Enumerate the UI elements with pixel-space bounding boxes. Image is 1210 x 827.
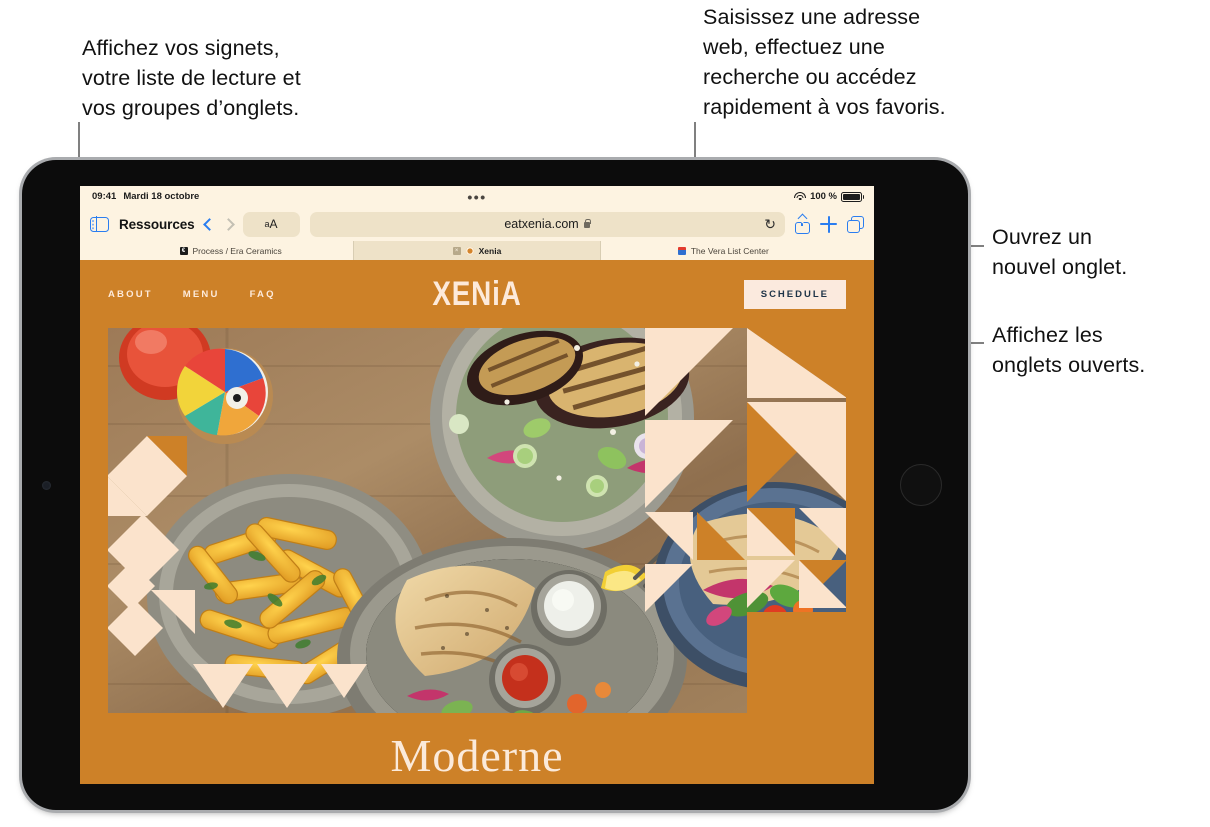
battery-icon xyxy=(841,191,865,202)
status-bar: 09:41 Mardi 18 octobre ••• 100 % xyxy=(80,186,874,207)
tab-item[interactable]: € Process / Era Ceramics xyxy=(108,241,355,260)
ipad-screen: 09:41 Mardi 18 octobre ••• 100 % Ressour… xyxy=(80,186,874,784)
home-button[interactable] xyxy=(900,464,942,506)
wifi-icon xyxy=(794,192,807,201)
site-navigation-bar: ABOUT MENU FAQ XENiA SCHEDULE xyxy=(80,260,874,328)
sidebar-icon[interactable] xyxy=(90,215,109,233)
tab-close-icon[interactable]: × xyxy=(452,246,461,255)
tab-favicon-vera xyxy=(677,246,686,255)
tab-favicon-xenia xyxy=(465,246,474,255)
back-button[interactable] xyxy=(202,217,216,231)
site-logo-xenia: XENiA xyxy=(432,274,522,313)
new-tab-button[interactable] xyxy=(820,215,837,233)
sidebar-title-label: Ressources xyxy=(119,216,195,232)
safari-toolbar: Ressources aA eatxenia.com ↻ xyxy=(80,207,874,241)
nav-link-about[interactable]: ABOUT xyxy=(108,289,153,300)
plus-icon xyxy=(820,215,837,233)
front-camera-icon xyxy=(42,481,51,490)
web-page-content: ABOUT MENU FAQ XENiA SCHEDULE Moderne xyxy=(80,260,874,784)
battery-percent-label: 100 % xyxy=(810,191,837,202)
schedule-button[interactable]: SCHEDULE xyxy=(743,279,846,309)
url-text: eatxenia.com xyxy=(504,217,579,231)
ipad-device-frame: 09:41 Mardi 18 octobre ••• 100 % Ressour… xyxy=(22,160,968,810)
callout-bookmarks-text: Affichez vos signets, votre liste de lec… xyxy=(82,36,301,120)
multitasking-handle[interactable]: ••• xyxy=(80,190,874,204)
tab-title: The Vera List Center xyxy=(690,245,769,256)
callout-address-bar-text: Saisissez une adresse web, effectuez une… xyxy=(703,5,946,119)
callout-new-tab-text: Ouvrez un nouvel onglet. xyxy=(992,225,1128,279)
tabs-overview-icon xyxy=(847,215,864,233)
share-icon xyxy=(795,214,810,234)
tab-title: Process / Era Ceramics xyxy=(192,245,282,256)
text-size-button[interactable]: aA xyxy=(242,211,300,237)
page-headline: Moderne xyxy=(390,730,564,781)
address-bar[interactable]: eatxenia.com ↻ xyxy=(309,211,785,237)
screenshot-stage: Affichez vos signets, votre liste de lec… xyxy=(0,0,1210,827)
hero-food-photo xyxy=(108,328,846,713)
share-button[interactable] xyxy=(795,214,810,234)
tab-item[interactable]: The Vera List Center xyxy=(600,241,846,260)
text-size-large-a: A xyxy=(269,217,278,231)
lock-icon xyxy=(583,218,591,228)
reload-icon[interactable]: ↻ xyxy=(764,217,776,231)
tabs-overview-button[interactable] xyxy=(847,215,864,233)
tab-title: Xenia xyxy=(478,245,502,256)
tab-item-active[interactable]: × Xenia xyxy=(354,241,601,260)
tab-favicon-process: € xyxy=(179,246,188,255)
forward-button[interactable] xyxy=(221,217,235,231)
callout-show-tabs-text: Affichez les onglets ouverts. xyxy=(992,323,1146,377)
tab-strip: € Process / Era Ceramics × Xenia The Ver… xyxy=(80,241,874,260)
food-photo-illustration xyxy=(108,328,846,713)
